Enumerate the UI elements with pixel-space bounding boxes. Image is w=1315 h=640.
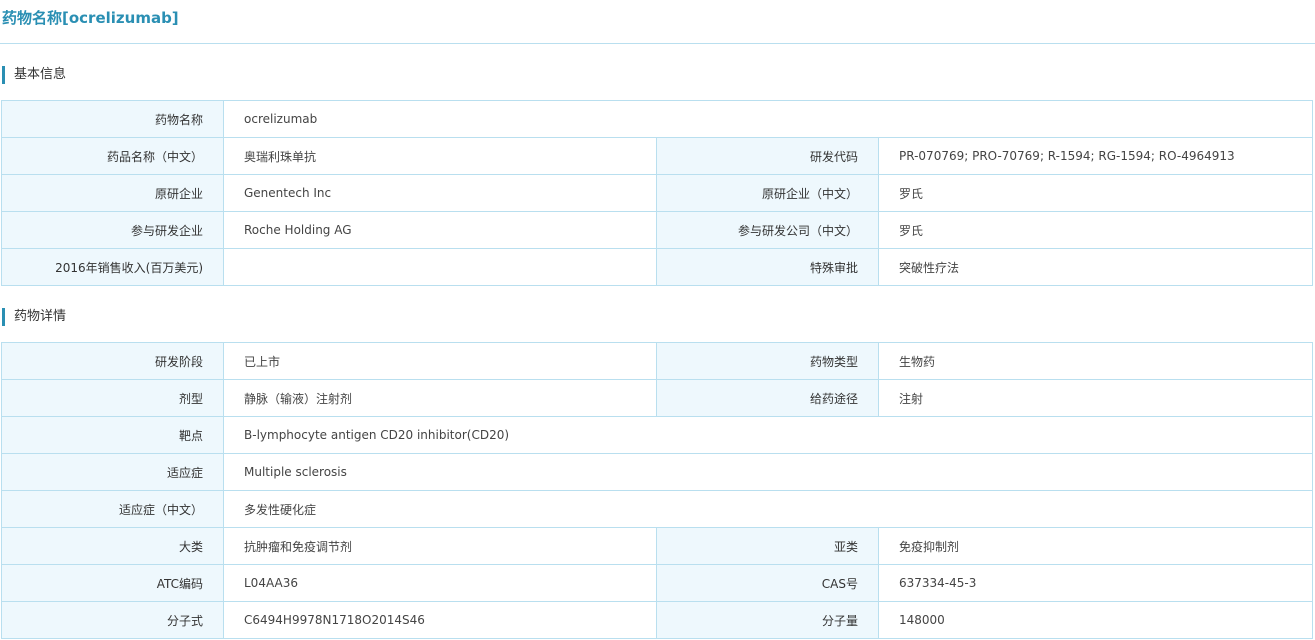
section-heading-basic-info: 基本信息 <box>2 66 66 84</box>
field-label: 特殊审批 <box>656 248 879 286</box>
table-row: 原研企业 Genentech Inc 原研企业（中文） 罗氏 <box>1 174 1314 212</box>
field-label: 靶点 <box>1 416 224 454</box>
page-title: 药物名称[ocrelizumab] <box>2 9 179 27</box>
table-row: 2016年销售收入(百万美元) 特殊审批 突破性疗法 <box>1 248 1314 286</box>
field-value <box>223 248 657 286</box>
field-label: 分子量 <box>656 601 879 639</box>
field-value: Multiple sclerosis <box>223 453 1313 491</box>
field-label: 适应症 <box>1 453 224 491</box>
field-label: 亚类 <box>656 527 879 565</box>
field-label: ATC编码 <box>1 564 224 602</box>
field-label: 参与研发企业 <box>1 211 224 249</box>
field-value: 静脉（输液）注射剂 <box>223 379 657 417</box>
field-label: 适应症（中文） <box>1 490 224 528</box>
field-label: CAS号 <box>656 564 879 602</box>
field-value: PR-070769; PRO-70769; R-1594; RG-1594; R… <box>877 137 1314 175</box>
basic-info-table: 药物名称 ocrelizumab 药品名称（中文） 奥瑞利珠单抗 研发代码 PR… <box>1 100 1314 286</box>
table-row: 适应症（中文） 多发性硬化症 <box>1 490 1313 528</box>
title-divider <box>0 43 1315 44</box>
field-label: 研发阶段 <box>1 342 224 380</box>
table-row: 参与研发企业 Roche Holding AG 参与研发公司（中文） 罗氏 <box>1 211 1314 249</box>
field-value: 突破性疗法 <box>877 248 1314 286</box>
field-value: L04AA36 <box>223 564 657 602</box>
field-label: 药物类型 <box>656 342 879 380</box>
drug-details-table: 研发阶段 已上市 药物类型 生物药 剂型 静脉（输液）注射剂 给药途径 注射 靶… <box>1 342 1313 639</box>
field-value: C6494H9978N1718O2014S46 <box>223 601 657 639</box>
table-row: 大类 抗肿瘤和免疫调节剂 亚类 免疫抑制剂 <box>1 527 1313 565</box>
field-value: ocrelizumab <box>222 100 1314 138</box>
field-label: 2016年销售收入(百万美元) <box>1 248 224 286</box>
field-value: 637334-45-3 <box>878 564 1313 602</box>
field-label: 剂型 <box>1 379 224 417</box>
table-row: 适应症 Multiple sclerosis <box>1 453 1313 491</box>
field-value: 注射 <box>878 379 1313 417</box>
table-row: 分子式 C6494H9978N1718O2014S46 分子量 148000 <box>1 601 1313 639</box>
field-label: 原研企业 <box>1 174 224 212</box>
field-value: 多发性硬化症 <box>223 490 1313 528</box>
table-row: 靶点 B-lymphocyte antigen CD20 inhibitor(C… <box>1 416 1313 454</box>
table-row: 研发阶段 已上市 药物类型 生物药 <box>1 342 1313 380</box>
field-label: 药品名称（中文） <box>1 137 224 175</box>
field-label: 给药途径 <box>656 379 879 417</box>
field-label: 研发代码 <box>656 137 879 175</box>
field-label: 大类 <box>1 527 224 565</box>
field-value: Genentech Inc <box>223 174 657 212</box>
field-value: 抗肿瘤和免疫调节剂 <box>223 527 657 565</box>
field-label: 分子式 <box>1 601 224 639</box>
field-value: 奥瑞利珠单抗 <box>223 137 657 175</box>
field-value: 罗氏 <box>877 211 1314 249</box>
field-value: 148000 <box>878 601 1313 639</box>
table-row: 药物名称 ocrelizumab <box>1 100 1314 138</box>
field-value: Roche Holding AG <box>223 211 657 249</box>
field-value: 罗氏 <box>877 174 1314 212</box>
field-value: 已上市 <box>223 342 657 380</box>
field-label: 原研企业（中文） <box>656 174 879 212</box>
field-value: 生物药 <box>878 342 1313 380</box>
field-value: B-lymphocyte antigen CD20 inhibitor(CD20… <box>223 416 1313 454</box>
table-row: 药品名称（中文） 奥瑞利珠单抗 研发代码 PR-070769; PRO-7076… <box>1 137 1314 175</box>
table-row: ATC编码 L04AA36 CAS号 637334-45-3 <box>1 564 1313 602</box>
table-row: 剂型 静脉（输液）注射剂 给药途径 注射 <box>1 379 1313 417</box>
field-value: 免疫抑制剂 <box>878 527 1313 565</box>
field-label: 药物名称 <box>1 100 224 138</box>
section-heading-drug-details: 药物详情 <box>2 308 66 326</box>
field-label: 参与研发公司（中文） <box>656 211 879 249</box>
